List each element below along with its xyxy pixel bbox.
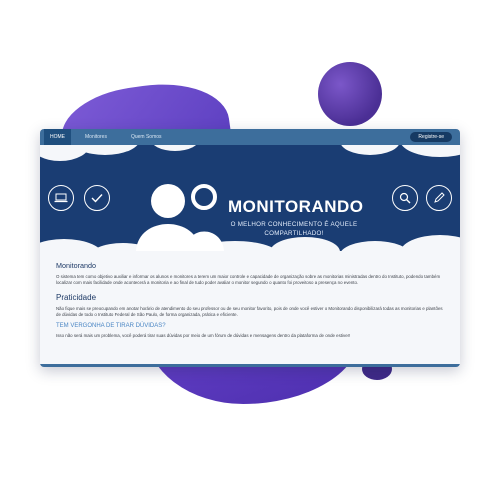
decor-blob-top xyxy=(318,62,382,126)
section-heading-monitorando: Monitorando xyxy=(56,261,96,270)
users-logo xyxy=(132,175,228,251)
section-heading-duvidas[interactable]: TEM VERGONHA DE TIRAR DÚVIDAS? xyxy=(56,323,444,329)
search-icon[interactable] xyxy=(392,185,418,211)
check-icon[interactable] xyxy=(84,185,110,211)
nav-monitores[interactable]: Monitores xyxy=(79,129,113,145)
hero-banner: MONITORANDO O MELHOR CONHECIMENTO É AQUE… xyxy=(40,145,460,251)
section-text-praticidade: Não fique mais se preocupando em anotar … xyxy=(56,305,443,318)
section-text-monitorando: O sistema tem como objetivo auxiliar e i… xyxy=(56,274,441,286)
section-heading-praticidade: Praticidade xyxy=(56,292,97,302)
laptop-icon[interactable] xyxy=(48,185,74,211)
brand-subtitle: O MELHOR CONHECIMENTO É AQUELE COMPARTIL… xyxy=(230,221,358,237)
website-mockup: HOME Monitores Quem Somos Registre-se MO… xyxy=(40,129,460,367)
pencil-icon[interactable] xyxy=(426,185,452,211)
nav-home[interactable]: HOME xyxy=(44,129,71,145)
nav-quem-somos[interactable]: Quem Somos xyxy=(125,129,168,145)
top-nav: HOME Monitores Quem Somos Registre-se xyxy=(40,129,460,145)
register-button[interactable]: Registre-se xyxy=(410,132,452,142)
bottom-bar xyxy=(40,364,460,367)
content-area: Monitorando O sistema tem como objetivo … xyxy=(40,251,460,339)
section-text-duvidas: Isso não será mais um problema, você pod… xyxy=(56,332,351,338)
brand-title: MONITORANDO xyxy=(228,197,364,216)
